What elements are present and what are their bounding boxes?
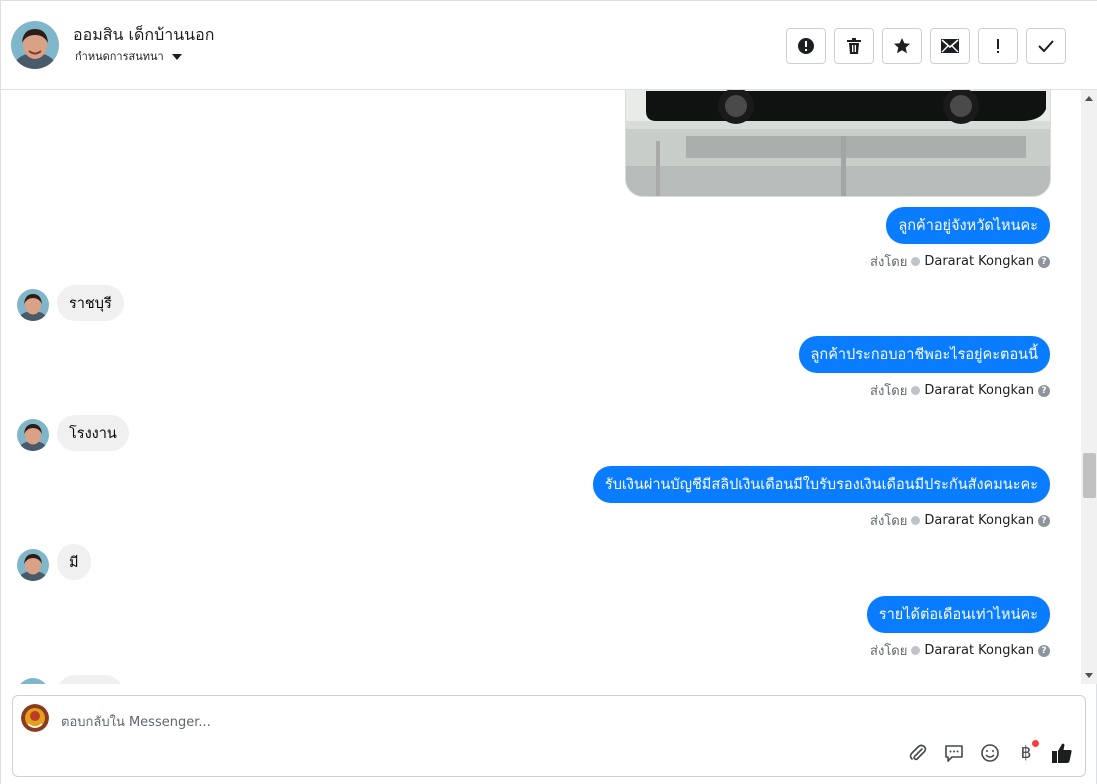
contact-avatar-small <box>17 549 49 581</box>
header-actions <box>786 28 1066 64</box>
outgoing-message[interactable]: ลูกค้าประกอบอาชีพอะไรอยู่คะตอนนี้ <box>798 336 1050 373</box>
delete-button[interactable] <box>834 28 874 64</box>
sent-check-icon <box>911 257 921 266</box>
outgoing-message[interactable]: รายได้ต่อเดือนเท่าไหน่คะ <box>866 596 1050 633</box>
composer-tools: ฿ <box>907 740 1073 764</box>
scroll-down-arrow[interactable] <box>1085 673 1093 678</box>
contact-avatar[interactable] <box>11 21 59 69</box>
scroll-thumb[interactable] <box>1083 453 1096 498</box>
saved-replies-button[interactable] <box>943 742 965 764</box>
sender-name[interactable]: Dararat Kongkan <box>924 254 1034 269</box>
sent-by-prefix: ส่งโดย <box>870 644 908 659</box>
mark-unread-button[interactable] <box>930 28 970 64</box>
thumbs-up-icon <box>1052 743 1072 763</box>
follow-up-button[interactable] <box>978 28 1018 64</box>
conversation-window: ออมสิน เด็กบ้านนอก กำหนดการสนทนา ลูกค้าอ… <box>0 0 1097 784</box>
incoming-message[interactable]: โรงงาน <box>57 415 129 451</box>
sent-by-prefix: ส่งโดย <box>870 255 908 270</box>
envelope-icon <box>941 39 959 53</box>
sender-name[interactable]: Dararat Kongkan <box>924 643 1034 658</box>
message-list[interactable]: ลูกค้าอยู่จังหวัดไหนคะ ส่งโดย Dararat Ko… <box>1 90 1081 684</box>
page-avatar <box>21 704 49 732</box>
smiley-icon <box>981 744 999 762</box>
payment-button[interactable]: ฿ <box>1015 740 1039 764</box>
sender-name[interactable]: Dararat Kongkan <box>924 383 1034 398</box>
sent-check-icon <box>911 516 921 525</box>
contact-name: ออมสิน เด็กบ้านนอก <box>73 25 215 44</box>
sent-by-line: ส่งโดย Dararat Kongkan ? <box>870 251 1050 272</box>
star-button[interactable] <box>882 28 922 64</box>
sent-by-line: ส่งโดย Dararat Kongkan ? <box>870 640 1050 661</box>
help-icon[interactable]: ? <box>1038 514 1050 527</box>
like-button[interactable] <box>1051 742 1073 764</box>
message-scrollbar[interactable] <box>1081 90 1097 684</box>
help-icon[interactable]: ? <box>1038 644 1050 657</box>
outgoing-message[interactable]: รับเงินผ่านบัญชีมีสลิปเงินเดือนมีใบรับรอ… <box>592 466 1050 503</box>
sent-by-line: ส่งโดย Dararat Kongkan ? <box>870 380 1050 401</box>
help-icon[interactable]: ? <box>1038 255 1050 268</box>
scroll-up-arrow[interactable] <box>1085 96 1093 101</box>
incoming-message[interactable]: มี <box>57 544 91 580</box>
chat-bubble-icon <box>945 745 963 762</box>
reply-composer[interactable]: ตอบกลับใน Messenger... ฿ <box>12 695 1086 777</box>
sent-check-icon <box>911 646 921 655</box>
sender-name[interactable]: Dararat Kongkan <box>924 513 1034 528</box>
contact-avatar-small <box>17 289 49 321</box>
paperclip-icon <box>909 744 927 761</box>
reply-input[interactable]: ตอบกลับใน Messenger... <box>61 711 211 732</box>
contact-avatar-small <box>17 419 49 451</box>
notification-dot <box>1032 740 1039 747</box>
shared-car-photo[interactable] <box>625 90 1051 197</box>
mark-done-button[interactable] <box>1026 28 1066 64</box>
alert-circle-icon <box>798 38 814 54</box>
trash-icon <box>847 38 861 54</box>
sent-by-prefix: ส่งโดย <box>870 514 908 529</box>
sent-by-line: ส่งโดย Dararat Kongkan ? <box>870 510 1050 531</box>
help-icon[interactable]: ? <box>1038 384 1050 397</box>
mark-spam-button[interactable] <box>786 28 826 64</box>
checkmark-icon <box>1038 40 1054 52</box>
conversation-header: ออมสิน เด็กบ้านนอก กำหนดการสนทนา <box>1 0 1097 90</box>
contact-avatar-small <box>17 678 49 684</box>
star-icon <box>894 38 910 54</box>
incoming-message-partial[interactable] <box>57 675 123 684</box>
sent-check-icon <box>911 386 921 395</box>
outgoing-message[interactable]: ลูกค้าอยู่จังหวัดไหนคะ <box>886 207 1050 244</box>
exclamation-icon <box>997 39 999 53</box>
baht-icon: ฿ <box>1020 743 1032 763</box>
assign-conversation-dropdown[interactable]: กำหนดการสนทนา <box>75 47 182 65</box>
sent-by-prefix: ส่งโดย <box>870 384 908 399</box>
attach-button[interactable] <box>907 742 929 764</box>
incoming-message[interactable]: ราชบุรี <box>57 285 124 321</box>
caret-down-icon <box>171 53 182 60</box>
assign-label: กำหนดการสนทนา <box>75 50 164 63</box>
emoji-button[interactable] <box>979 742 1001 764</box>
